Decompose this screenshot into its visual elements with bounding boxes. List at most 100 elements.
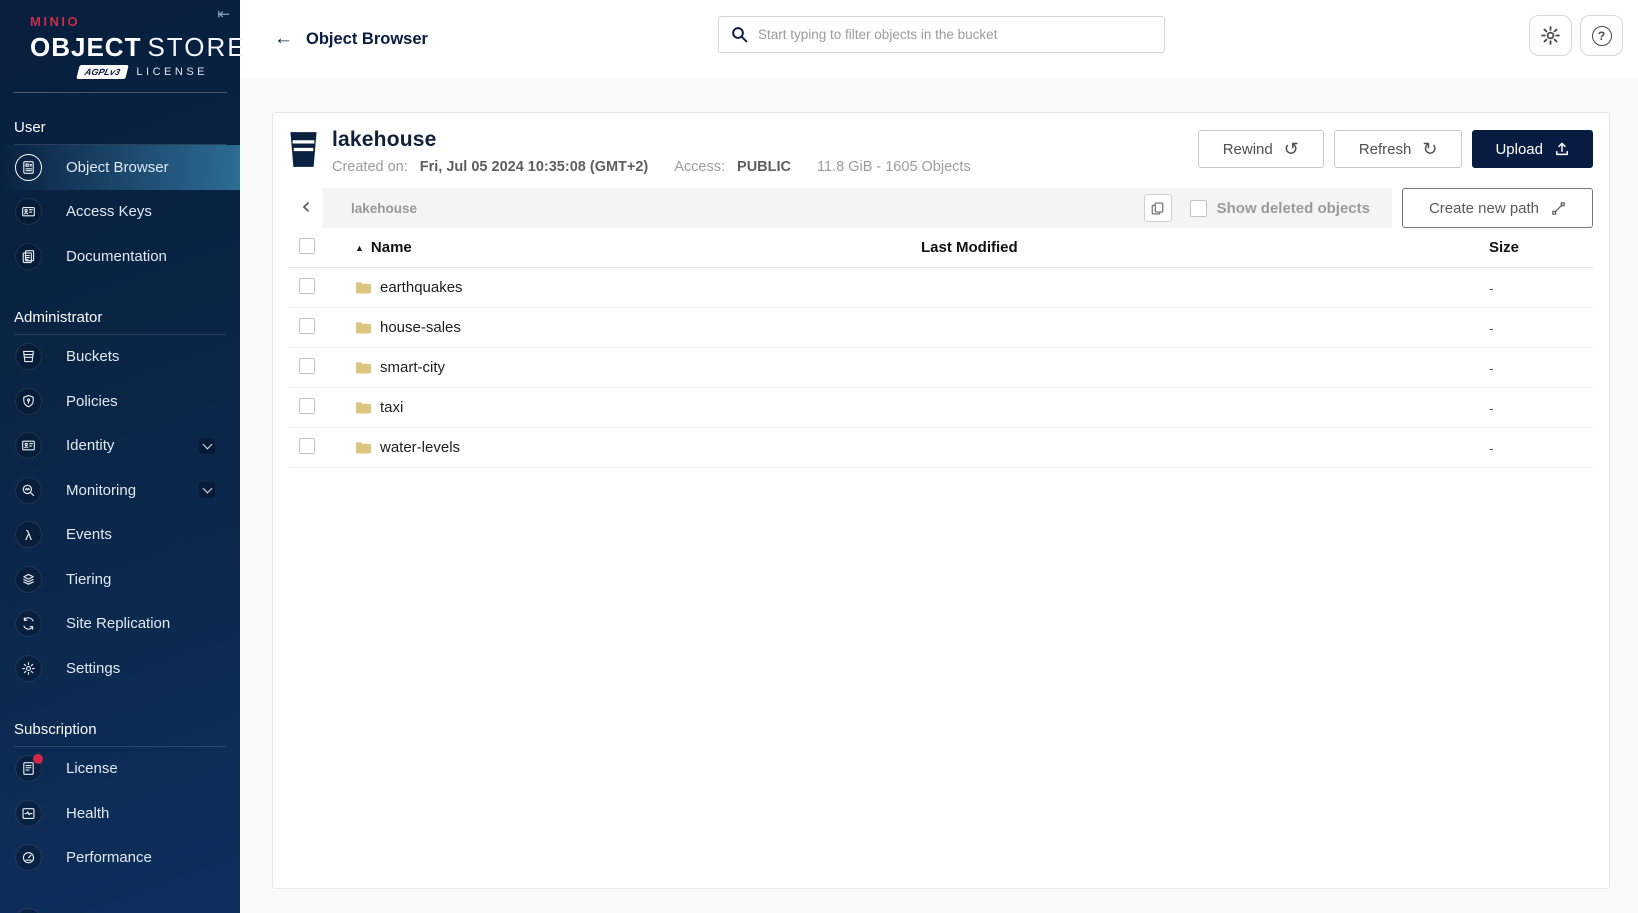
object-size: - <box>1489 279 1494 296</box>
bucket-card: lakehouse Created on: Fri, Jul 05 2024 1… <box>272 112 1610 889</box>
row-checkbox[interactable] <box>299 277 315 294</box>
sidebar-section-administrator: Administrator <box>14 308 103 326</box>
performance-icon <box>15 844 42 872</box>
current-path-field: lakehouse Show deleted objects <box>323 188 1392 228</box>
access-keys-icon <box>15 198 42 226</box>
column-header-last-modified[interactable]: Last Modified <box>921 239 1489 256</box>
monitor-search-icon <box>15 476 42 504</box>
topbar: ← Object Browser ? <box>240 0 1638 78</box>
minio-logo: MINIO OBJECT STORE AGPLv3 LICENSE <box>0 0 247 79</box>
content-area: lakehouse Created on: Fri, Jul 05 2024 1… <box>240 78 1638 913</box>
chevron-down-icon[interactable] <box>199 482 215 499</box>
sidebar-item-label: Events <box>66 526 112 544</box>
sidebar-item-object-browser[interactable]: Object Browser <box>0 145 240 190</box>
sidebar-item-label: Settings <box>66 659 121 677</box>
agpl-badge: AGPLv3 <box>76 65 130 79</box>
sidebar-item-settings[interactable]: Settings <box>0 646 240 691</box>
row-checkbox[interactable] <box>299 437 315 454</box>
refresh-icon: ↻ <box>1422 139 1438 159</box>
column-header-name[interactable]: ▲ Name <box>341 239 921 256</box>
gear-icon <box>1541 26 1560 45</box>
search-icon <box>732 27 748 43</box>
row-checkbox[interactable] <box>299 317 315 334</box>
column-header-size[interactable]: Size <box>1489 239 1593 256</box>
show-deleted-checkbox[interactable] <box>1189 199 1207 217</box>
object-size: - <box>1489 359 1494 376</box>
sidebar-item-label: Site Replication <box>66 615 171 633</box>
sidebar-section-user: User <box>14 119 46 136</box>
sidebar: ⇤ MINIO OBJECT STORE AGPLv3 LICENSE User … <box>0 0 247 913</box>
folder-icon <box>356 322 371 334</box>
row-checkbox[interactable] <box>299 357 315 374</box>
bucket-header: lakehouse Created on: Fri, Jul 05 2024 1… <box>273 113 1609 183</box>
object-size: - <box>1489 439 1494 456</box>
sidebar-item-monitoring[interactable]: Monitoring <box>0 468 240 513</box>
table-row[interactable]: earthquakes - <box>289 268 1593 308</box>
table-row[interactable]: smart-city - <box>289 348 1593 388</box>
bucket-meta: Created on: Fri, Jul 05 2024 10:35:08 (G… <box>332 159 971 175</box>
created-label: Created on: <box>332 159 408 175</box>
collapse-sidebar-icon[interactable]: ⇤ <box>217 5 230 23</box>
health-icon <box>15 799 42 827</box>
search-input[interactable] <box>758 27 1152 42</box>
chevron-down-icon[interactable] <box>199 437 215 454</box>
license-notification-dot <box>33 754 43 765</box>
sidebar-item-partial-icon <box>15 908 42 913</box>
sidebar-item-label: Access Keys <box>66 203 152 221</box>
sidebar-item-label: Object Browser <box>66 158 169 176</box>
rewind-button[interactable]: Rewind ↺ <box>1197 130 1324 168</box>
license-label: LICENSE <box>136 66 208 78</box>
path-back-button[interactable]: ‹ <box>289 188 323 228</box>
sidebar-item-tiering[interactable]: Tiering <box>0 557 240 602</box>
access-label: Access: <box>674 159 726 175</box>
main-area: ← Object Browser ? lakehouse <box>240 0 1638 913</box>
sidebar-item-health[interactable]: Health <box>0 791 240 836</box>
upload-button[interactable]: Upload <box>1472 130 1593 168</box>
upload-icon <box>1556 142 1568 156</box>
shield-icon <box>15 387 42 415</box>
sort-asc-icon: ▲ <box>355 242 364 253</box>
select-all-checkbox[interactable] <box>299 237 315 254</box>
new-path-icon <box>1552 201 1565 215</box>
settings-button[interactable] <box>1529 15 1572 56</box>
page-title: Object Browser <box>306 29 428 48</box>
table-row[interactable]: taxi - <box>289 388 1593 428</box>
create-new-path-button[interactable]: Create new path <box>1402 188 1593 228</box>
sidebar-item-label: Monitoring <box>66 481 137 499</box>
copy-path-button[interactable] <box>1143 194 1172 222</box>
table-row[interactable]: house-sales - <box>289 308 1593 348</box>
object-size: - <box>1489 319 1494 336</box>
row-checkbox[interactable] <box>299 397 315 414</box>
refresh-button[interactable]: Refresh ↻ <box>1333 130 1463 168</box>
sidebar-item-performance[interactable]: Performance <box>0 836 240 881</box>
product-name: OBJECT STORE <box>30 32 247 62</box>
sidebar-item-events[interactable]: λ Events <box>0 513 240 558</box>
sidebar-item-policies[interactable]: Policies <box>0 379 240 424</box>
back-arrow-icon[interactable]: ← <box>274 28 293 50</box>
table-row[interactable]: water-levels - <box>289 428 1593 468</box>
object-size: - <box>1489 399 1494 416</box>
object-name: earthquakes <box>380 279 463 296</box>
bucket-icon <box>290 132 317 167</box>
copy-icon <box>1151 201 1164 215</box>
sidebar-item-buckets[interactable]: Buckets <box>0 335 240 380</box>
help-button[interactable]: ? <box>1580 15 1623 56</box>
sidebar-item-documentation[interactable]: Documentation <box>0 234 240 279</box>
license-icon <box>15 754 43 783</box>
bucket-usage: 11.8 GiB - 1605 Objects <box>817 159 971 175</box>
object-filter-search[interactable] <box>718 16 1165 53</box>
sidebar-item-license[interactable]: License <box>0 747 240 792</box>
divider <box>13 92 227 93</box>
layers-icon <box>15 565 42 593</box>
sidebar-item-site-replication[interactable]: Site Replication <box>0 602 240 647</box>
sidebar-item-label: Policies <box>66 392 118 410</box>
sidebar-item-access-keys[interactable]: Access Keys <box>0 190 240 235</box>
gear-icon <box>15 654 42 682</box>
sidebar-item-label: Buckets <box>66 348 120 366</box>
minio-wordmark: MINIO <box>30 14 81 29</box>
folder-icon <box>356 442 371 454</box>
help-icon: ? <box>1591 25 1612 46</box>
id-card-icon <box>15 432 42 460</box>
current-path: lakehouse <box>351 200 418 216</box>
sidebar-item-identity[interactable]: Identity <box>0 424 240 469</box>
